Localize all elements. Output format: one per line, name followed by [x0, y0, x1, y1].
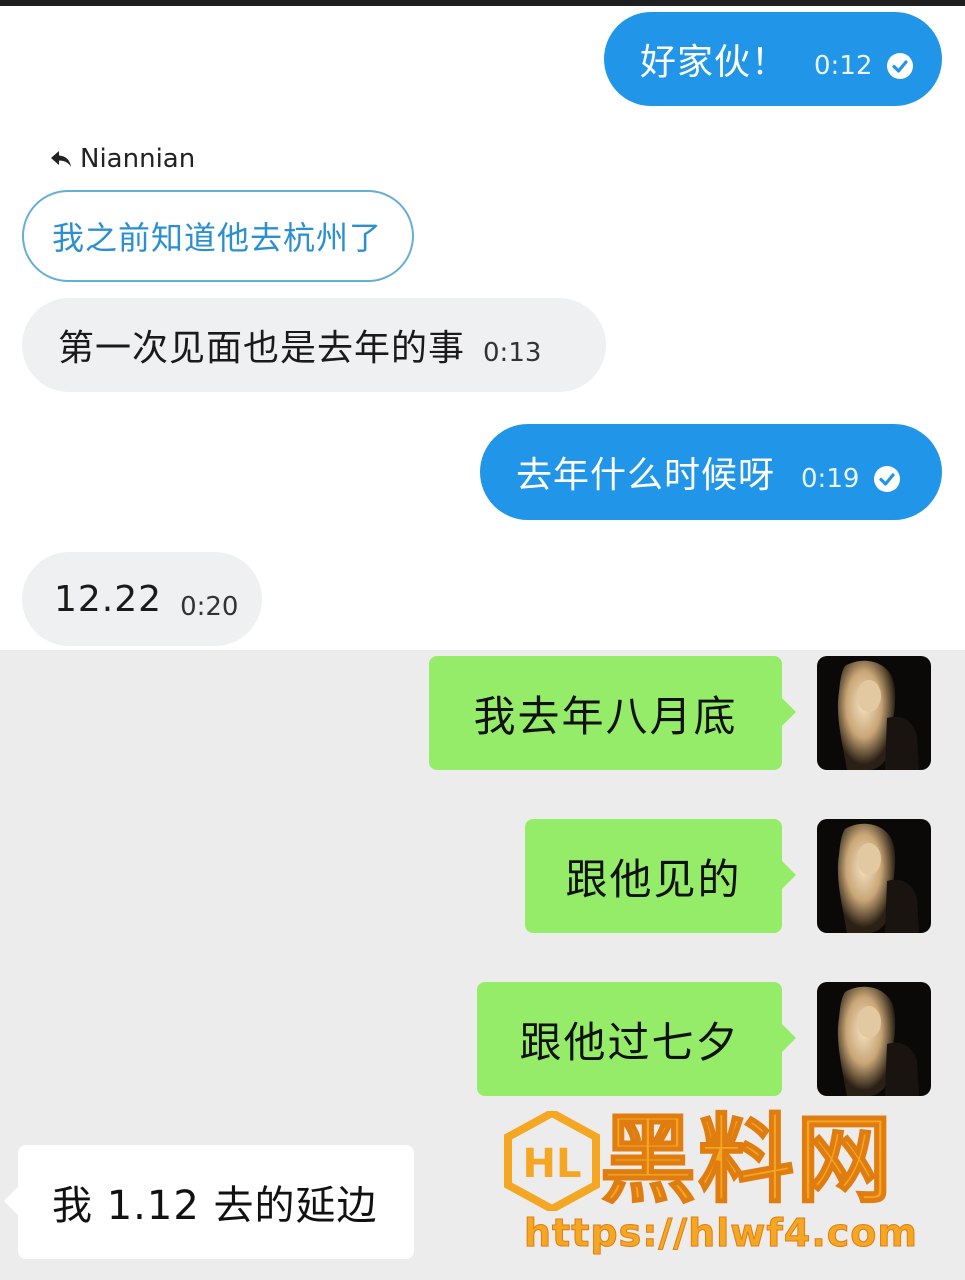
message-text: 我去年八月底	[473, 691, 738, 741]
message-text: 我 1.12 去的延边	[52, 1183, 378, 1229]
read-check-icon	[887, 53, 914, 79]
watermark: HL 黑料网 https://hlwf4.com	[500, 1104, 950, 1265]
watermark-url: https://hlwf4.com	[524, 1211, 918, 1256]
avatar-image	[817, 819, 931, 933]
reply-header[interactable]: Niannian	[50, 144, 195, 174]
message-text: 去年什么时候呀	[516, 455, 776, 496]
avatar[interactable]	[817, 982, 931, 1096]
outgoing-message[interactable]: 我去年八月底	[429, 656, 796, 770]
read-check-icon	[874, 466, 901, 492]
message-time: 0:12	[814, 51, 873, 81]
telegram-chat-section: 好家伙！ 0:12 Niannian 我之前知道他去杭州了 第一次见面也是去年的…	[0, 6, 965, 650]
message-text: 12.22	[54, 578, 163, 620]
outgoing-message[interactable]: 跟他见的	[525, 819, 796, 933]
avatar-image	[817, 656, 931, 770]
incoming-message[interactable]: 第一次见面也是去年的事 0:13	[22, 298, 606, 392]
message-text: 第一次见面也是去年的事	[58, 328, 466, 369]
message-text: 跟他见的	[565, 854, 742, 904]
message-time: 0:19	[801, 464, 860, 494]
message-time: 0:20	[180, 592, 239, 622]
quoted-message[interactable]: 我之前知道他去杭州了	[22, 190, 414, 282]
outgoing-message[interactable]: 好家伙！ 0:12	[604, 12, 942, 106]
incoming-message[interactable]: 12.22 0:20	[22, 552, 262, 646]
outgoing-message[interactable]: 跟他过七夕	[477, 982, 796, 1096]
quoted-text: 我之前知道他去杭州了	[52, 219, 383, 257]
reply-author: Niannian	[80, 144, 196, 174]
outgoing-message[interactable]: 去年什么时候呀 0:19	[480, 424, 942, 520]
avatar-image	[817, 982, 931, 1096]
watermark-title: 黑料网	[599, 1104, 894, 1216]
message-time: 0:13	[483, 338, 542, 368]
avatar[interactable]	[817, 656, 931, 770]
watermark-logo-icon: HL	[504, 1111, 600, 1211]
logo-letters: HL	[523, 1141, 582, 1187]
incoming-message[interactable]: 我 1.12 去的延边	[4, 1145, 414, 1259]
message-text: 好家伙！	[640, 42, 789, 83]
reply-arrow-icon	[51, 151, 71, 167]
avatar[interactable]	[817, 819, 931, 933]
message-text: 跟他过七夕	[519, 1017, 740, 1067]
